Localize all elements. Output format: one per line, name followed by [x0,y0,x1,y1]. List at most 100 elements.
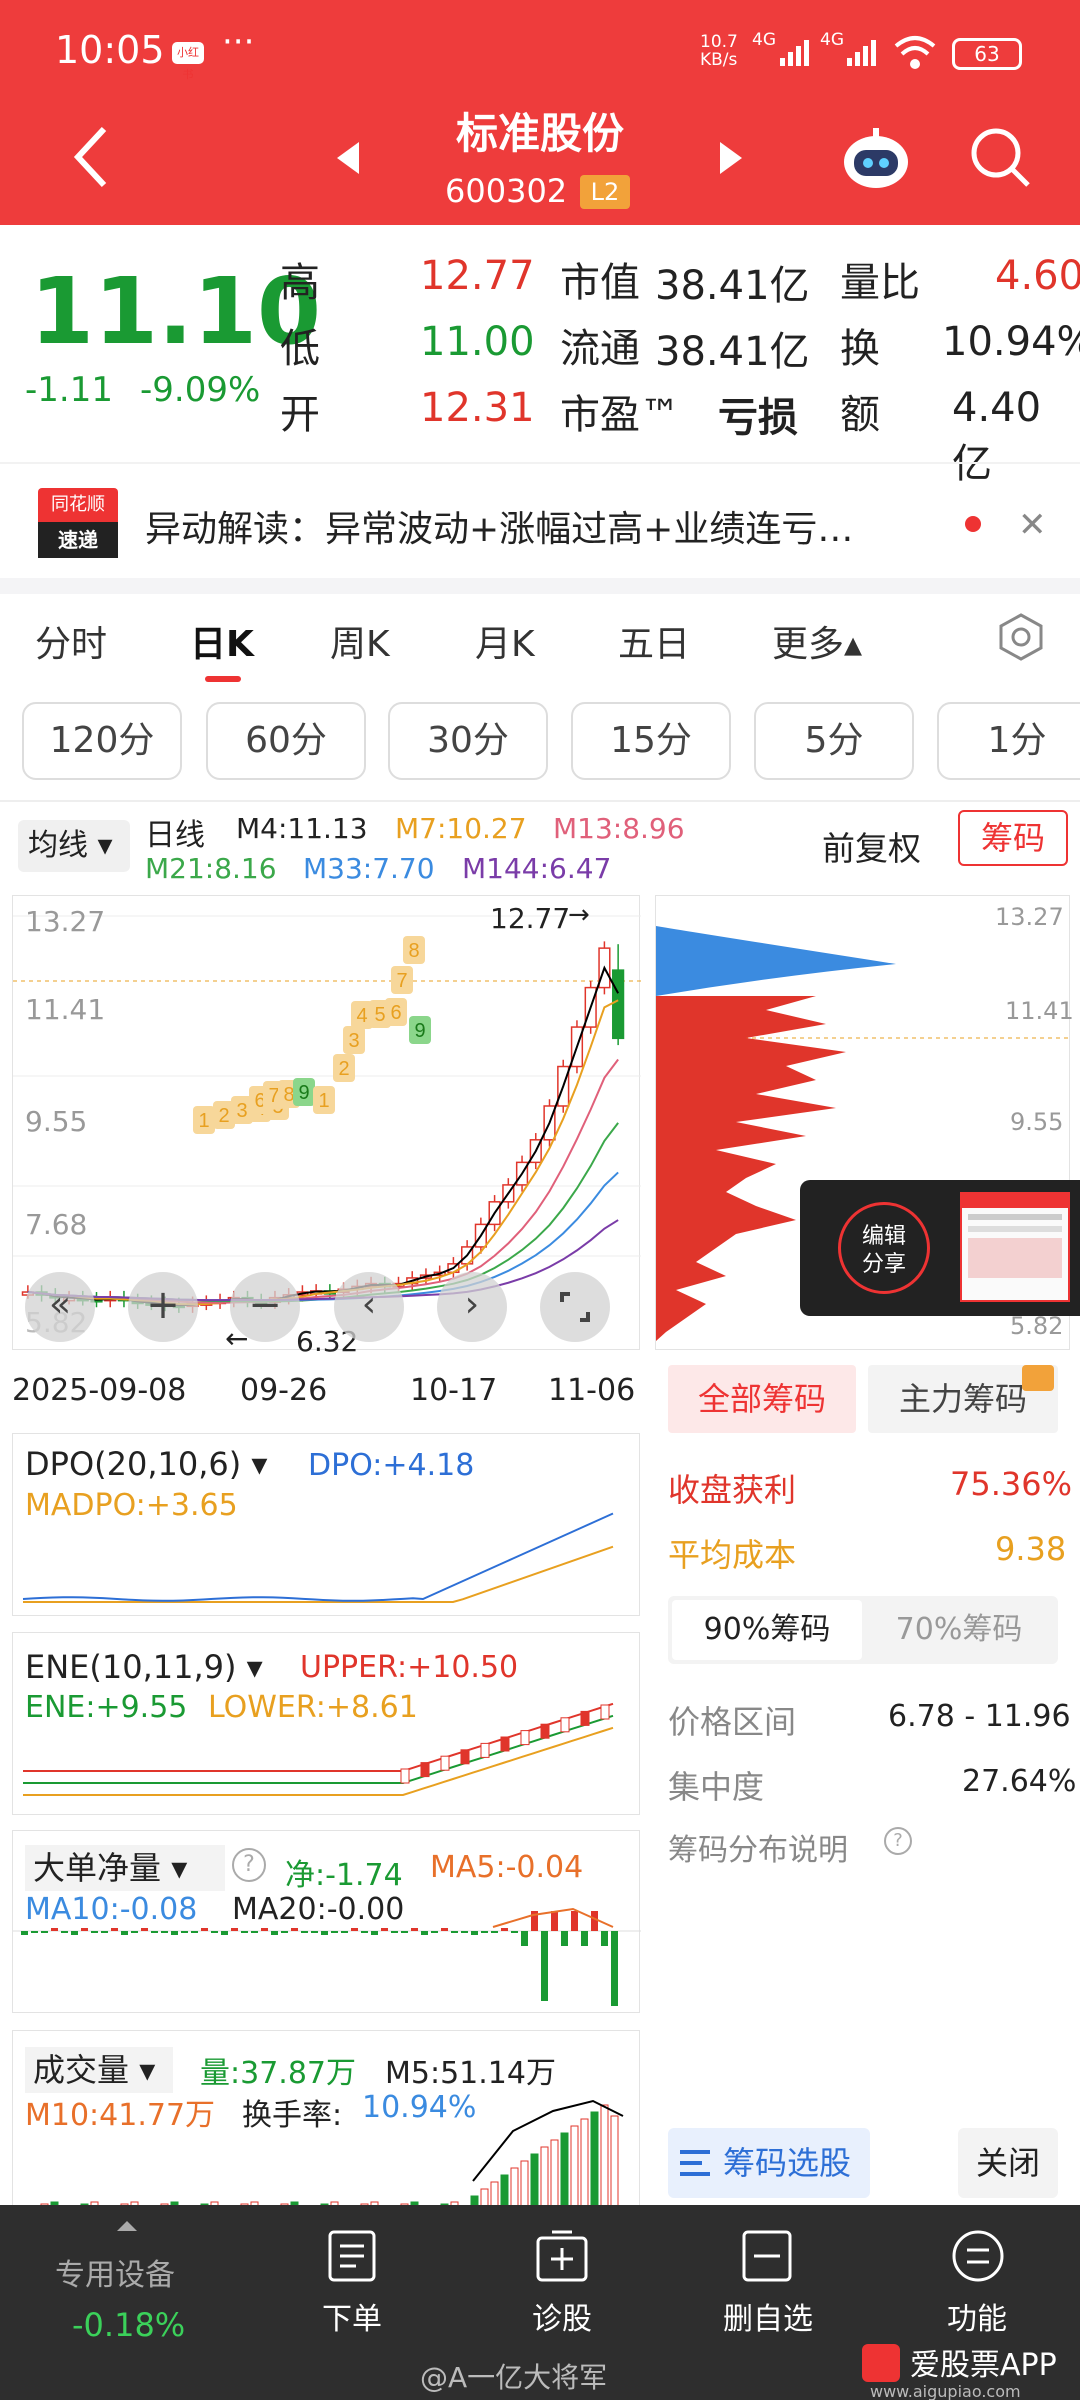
big-order-bar [81,1928,88,1931]
big-order-bar [311,1931,318,1933]
ene-candle [600,1704,610,1720]
fullscreen-icon[interactable] [540,1272,610,1342]
big-order-ma20: MA20:-0.00 [232,1892,405,1927]
nine-turn-count: 8 [403,936,425,964]
low-key: 低 [280,326,320,372]
big-order-bar [191,1931,198,1933]
chip-percent-switch: 90%筹码 70%筹码 [668,1596,1058,1664]
svg-text:6: 6 [390,1002,401,1024]
level2-badge[interactable]: L2 [580,175,630,209]
battery-level: 63 [974,42,1000,66]
nav-remove-watch[interactable]: 删自选 [712,2294,824,2338]
interval-15[interactable]: 15分 [571,702,731,780]
ma-m13: M13:8.96 [553,812,685,845]
tab-more[interactable]: 更多▴ [772,615,862,667]
interval-1[interactable]: 1分 [937,702,1080,780]
svg-text:9: 9 [298,1082,309,1104]
chip-90-button[interactable]: 90%筹码 [672,1600,862,1660]
big-order-bar [391,1931,398,1933]
zoom-in-icon[interactable]: + [128,1272,198,1342]
edit-share-popup[interactable]: 编辑 分享 [800,1180,1080,1316]
big-order-help-icon[interactable]: ? [232,1848,266,1882]
pan-right-icon[interactable]: › [437,1272,507,1342]
chip-close-button[interactable]: 关闭 [958,2128,1058,2198]
tab-week-k[interactable]: 周K [330,615,390,667]
pe-value: 亏损 [718,395,798,441]
settings-hex-icon[interactable] [996,612,1046,666]
chip-desc-link[interactable]: 筹码分布说明 [668,1825,848,1869]
ene-selector[interactable]: ENE(10,11,9) ▾ [25,1648,263,1686]
back-icon[interactable] [70,125,110,193]
ma-line [27,965,620,1307]
nine-turn-count: 9 [409,1016,431,1044]
svg-text:7: 7 [268,1085,279,1107]
madpo-line [23,1545,614,1603]
next-stock-icon[interactable] [718,140,744,180]
turnover-rate-value: 10.94% [362,2090,477,2125]
svg-text:3: 3 [348,1030,359,1052]
big-order-selector[interactable]: 大单净量 ▾ [25,1845,225,1891]
big-order-bar [431,1931,438,1933]
tab-day-k[interactable]: 日K [190,615,254,667]
ene-candle [540,1723,550,1739]
nav-order[interactable]: 下单 [300,2294,404,2338]
interval-5[interactable]: 5分 [754,702,914,780]
chip-70-button[interactable]: 70%筹码 [864,1600,1054,1660]
pan-left-icon[interactable]: ‹ [334,1272,404,1342]
sector-name[interactable]: 专用设备 [55,2250,175,2294]
chip-tab-all[interactable]: 全部筹码 [668,1365,856,1433]
big-order-bar [411,1928,418,1931]
edit-share-button[interactable]: 编辑 分享 [838,1202,930,1294]
amount-value: 4.40亿 [952,385,1042,487]
price-change: -1.11 [25,370,113,410]
ma-m144: M144:6.47 [462,852,612,885]
big-order-bar [271,1931,278,1935]
indicator-selector[interactable]: 均线 ▾ [18,820,130,872]
svg-text:2: 2 [338,1058,349,1080]
turnover-rate-label: 换手率: [242,2098,343,2133]
chip-axis-2: 11.41 [1005,997,1074,1025]
news-text[interactable]: 异动解读：异常波动+涨幅过高+业绩连亏… [145,500,945,552]
range-key: 价格区间 [668,1703,797,1741]
volume-selector[interactable]: 成交量 ▾ [25,2047,173,2093]
dpo-selector[interactable]: DPO(20,10,6) ▾ [25,1445,267,1483]
nine-turn-count: 7 [391,966,413,994]
ene-candle [440,1755,450,1771]
chip-button[interactable]: 筹码 [958,810,1068,866]
big-order-bar [21,1931,28,1935]
big-order-bar [291,1928,298,1931]
tab-five-day[interactable]: 五日 [618,615,690,667]
interval-120[interactable]: 120分 [22,702,182,780]
nine-turn-count: 1 [313,1086,335,1114]
mktcap-value: 38.41亿 [655,263,810,309]
tab-timeshare[interactable]: 分时 [35,615,107,667]
nine-turn-count: 1 [193,1106,215,1134]
screenshot-thumbnail[interactable] [960,1192,1070,1302]
big-order-bar [331,1931,338,1933]
concentration-value: 27.64% [962,1764,1077,1799]
interval-30[interactable]: 30分 [388,702,548,780]
rewind-icon[interactable]: « [25,1272,95,1342]
fq-toggle[interactable]: 前复权 [822,822,921,870]
search-icon[interactable] [968,125,1032,193]
tab-month-k[interactable]: 月K [475,615,535,667]
zoom-out-icon[interactable]: − [230,1272,300,1342]
interval-60[interactable]: 60分 [206,702,366,780]
float-value: 38.41亿 [655,329,810,375]
watermark-site: www.aigupiao.com [870,2382,1021,2400]
nav-function[interactable]: 功能 [924,2294,1030,2338]
profit-value: 75.36% [950,1465,1073,1503]
close-news-icon[interactable]: ✕ [1018,505,1047,545]
help-icon[interactable]: ? [884,1827,912,1855]
big-order-bar [471,1931,478,1935]
ene-candle [420,1762,430,1778]
robot-assistant-icon[interactable] [840,122,912,198]
big-order-bar [201,1928,208,1931]
volume-bar [610,2115,619,2217]
big-order-bar [121,1931,128,1935]
big-order-bar [321,1931,328,1935]
expand-up-icon[interactable] [115,2218,139,2237]
ene-value: ENE:+9.55 [25,1690,188,1725]
open-key: 开 [280,392,320,438]
nav-diagnose[interactable]: 诊股 [510,2294,614,2338]
